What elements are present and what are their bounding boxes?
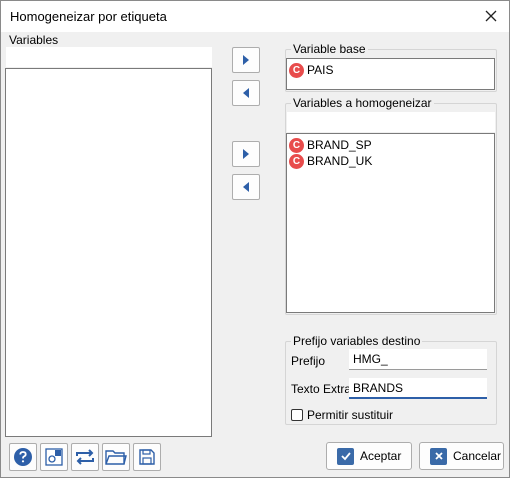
window-title: Homogeneizar por etiqueta [10,9,167,24]
remove-from-homogenize-button[interactable] [232,174,260,200]
categorical-type-icon: C [289,137,304,153]
prefix-group-label: Prefijo variables destino [291,334,423,348]
remove-from-base-button[interactable] [232,80,260,106]
arrow-left-icon [243,88,249,98]
variables-list[interactable] [5,68,212,437]
arrow-left-icon [243,182,249,192]
open-button[interactable] [102,443,130,471]
list-item-name: BRAND_SP [307,138,372,152]
variables-homogeneizar-list[interactable]: C BRAND_SP C BRAND_UK [286,133,495,313]
close-button[interactable] [481,6,501,26]
move-to-base-button[interactable] [232,47,260,73]
permitir-sustituir-label: Permitir sustituir [307,408,394,422]
variable-base-item[interactable]: C PAIS [289,62,333,78]
move-to-homogenize-button[interactable] [232,141,260,167]
variable-base-label: Variable base [291,42,368,56]
arrow-right-icon [243,55,249,65]
settings-button[interactable] [40,443,68,471]
categorical-type-icon: C [289,153,304,169]
refresh-icon [76,449,94,465]
texto-extra-input[interactable] [349,378,487,399]
cancel-icon [430,447,447,465]
aceptar-label: Aceptar [360,449,402,463]
help-button[interactable] [9,443,37,471]
dialog-window: Homogeneizar por etiqueta Variables Vari… [0,0,510,478]
list-item[interactable]: C BRAND_UK [289,153,372,169]
variables-homogeneizar-label: Variables a homogeneizar [291,96,434,110]
open-folder-icon [105,450,127,465]
texto-extra-label: Texto Extra [291,382,352,396]
arrow-right-icon [243,149,249,159]
save-icon [139,449,155,465]
categorical-type-icon: C [289,62,304,78]
refresh-button[interactable] [71,443,99,471]
save-button[interactable] [133,443,161,471]
check-icon [337,447,354,465]
cancelar-button[interactable]: Cancelar [419,442,504,470]
title-bar: Homogeneizar por etiqueta [1,1,509,32]
list-item[interactable]: C BRAND_SP [289,137,372,153]
variables-label: Variables [9,33,59,47]
variable-base-box[interactable]: C PAIS [286,58,495,90]
prefijo-input[interactable] [349,349,487,370]
list-item-name: BRAND_UK [307,154,373,168]
settings-icon [45,448,63,466]
cancelar-label: Cancelar [453,449,502,463]
variable-base-item-name: PAIS [307,63,334,77]
prefijo-label: Prefijo [291,354,326,368]
permitir-sustituir-checkbox[interactable] [291,409,303,421]
variables-homogeneizar-filter[interactable] [287,112,495,132]
close-icon [485,10,497,22]
variables-filter[interactable] [6,47,212,67]
help-icon [14,448,32,466]
aceptar-button[interactable]: Aceptar [326,442,412,470]
